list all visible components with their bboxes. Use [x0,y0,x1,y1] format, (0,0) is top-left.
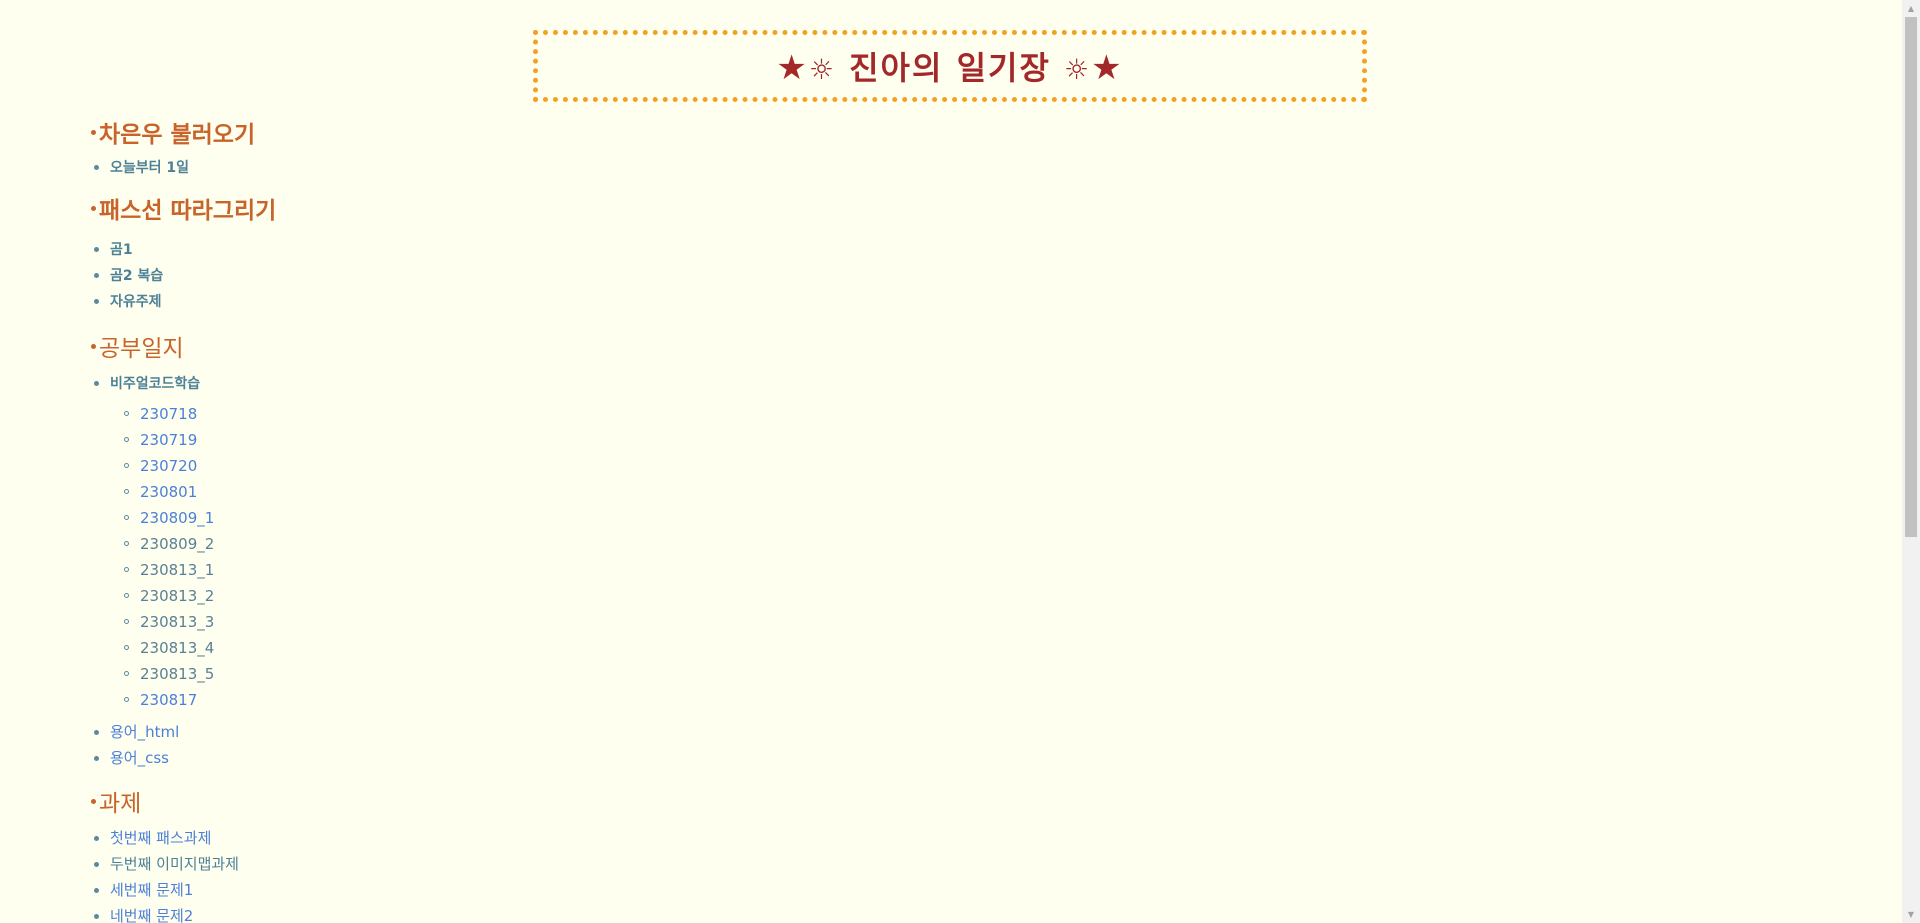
sub-link[interactable]: 230809_1 [140,509,214,527]
sub-link[interactable]: 230817 [140,691,197,709]
sub-list-item: 230809_2 [91,531,491,557]
list-item: 두번째 이미지맵과제 [91,851,491,877]
section-path-drawing: 패스선 따라그리기 곰1 곰2 복습 자유주제 [91,188,491,314]
scroll-up-icon[interactable]: ▲ [1902,0,1920,17]
bullet-icon [91,798,96,804]
section-list: 첫번째 패스과제 두번째 이미지맵과제 세번째 문제1 네번째 문제2 [91,825,491,923]
page: ★☼ 진아의 일기장 ☼★ 차은우 불러오기 오늘부터 1일 패스선 따라그리기 [0,0,1902,923]
star-icon: ★ [776,48,809,88]
nav-link[interactable]: 용어_css [110,749,169,767]
sub-list-item: 230813_1 [91,557,491,583]
nav-link[interactable]: 두번째 이미지맵과제 [110,855,239,873]
sub-list-item: 230813_5 [91,661,491,687]
nav-link[interactable]: 첫번째 패스과제 [110,829,211,847]
scrollbar-thumb[interactable] [1905,17,1917,537]
sub-list-item: 230813_4 [91,635,491,661]
sub-list-item: 230809_1 [91,505,491,531]
list-item: 용어_html [91,719,491,745]
scroll-down-icon[interactable]: ▼ [1902,906,1920,923]
nav-link[interactable]: 오늘부터 1일 [110,160,189,176]
list-item: 자유주제 [91,288,491,314]
list-item: 네번째 문제2 [91,903,491,923]
sub-list-item: 230817 [91,687,491,713]
list-item: 곰2 복습 [91,262,491,288]
site-title: ★☼ 진아의 일기장 ☼★ [776,43,1123,89]
nav-link[interactable]: 용어_html [110,723,179,741]
sub-link[interactable]: 230813_4 [140,639,214,657]
sub-list-item: 230718 [91,401,491,427]
section-title: 공부일지 [91,326,491,366]
section-title: 차은우 불러오기 [91,112,491,152]
section-title: 패스선 따라그리기 [91,188,491,228]
header-banner: ★☼ 진아의 일기장 ☼★ [533,30,1367,102]
bullet-icon [91,129,96,135]
section-list: 비주얼코드학습 230718 230719 230720 230801 2308… [91,370,491,771]
sub-link[interactable]: 230809_2 [140,535,214,553]
section-list: 오늘부터 1일 [91,154,491,180]
list-item: 세번째 문제1 [91,877,491,903]
sub-link[interactable]: 230720 [140,457,197,475]
list-item: 오늘부터 1일 [91,154,491,180]
nav-link[interactable]: 곰1 [110,242,133,258]
list-item: 비주얼코드학습 230718 230719 230720 230801 2308… [91,370,491,713]
section-chaeunwoo: 차은우 불러오기 오늘부터 1일 [91,112,491,180]
vertical-scrollbar[interactable]: ▲ ▼ [1902,0,1920,923]
site-title-text: 진아의 일기장 [849,49,1051,87]
section-study-log: 공부일지 비주얼코드학습 230718 230719 230720 230801… [91,326,491,771]
section-assignments: 과제 첫번째 패스과제 두번째 이미지맵과제 세번째 문제1 네번째 문제2 [91,781,491,923]
sub-list-item: 230719 [91,427,491,453]
star-icon: ★ [1091,48,1124,88]
sub-list: 230718 230719 230720 230801 230809_1 230… [91,401,491,713]
nav-link[interactable]: 네번째 문제2 [110,907,193,923]
nav-link[interactable]: 비주얼코드학습 [110,376,200,392]
section-title: 과제 [91,781,491,821]
sub-link[interactable]: 230813_1 [140,561,214,579]
nav-link[interactable]: 곰2 복습 [110,268,163,284]
sub-link[interactable]: 230719 [140,431,197,449]
sub-link[interactable]: 230813_2 [140,587,214,605]
bullet-icon [91,205,96,211]
sub-link[interactable]: 230718 [140,405,197,423]
sub-list-item: 230801 [91,479,491,505]
list-item: 첫번째 패스과제 [91,825,491,851]
sun-icon: ☼ [808,53,836,86]
sub-list-item: 230720 [91,453,491,479]
sub-list-item: 230813_2 [91,583,491,609]
sub-link[interactable]: 230801 [140,483,197,501]
sub-link[interactable]: 230813_3 [140,613,214,631]
bullet-icon [91,343,96,349]
sub-link[interactable]: 230813_5 [140,665,214,683]
list-item: 용어_css [91,745,491,771]
list-item: 곰1 [91,236,491,262]
section-list: 곰1 곰2 복습 자유주제 [91,236,491,314]
nav-link[interactable]: 세번째 문제1 [110,881,193,899]
sun-icon: ☼ [1064,53,1092,86]
nav-link[interactable]: 자유주제 [110,294,162,310]
sub-list-item: 230813_3 [91,609,491,635]
sidebar-nav: 차은우 불러오기 오늘부터 1일 패스선 따라그리기 곰1 곰2 복습 자유주제… [91,112,491,923]
